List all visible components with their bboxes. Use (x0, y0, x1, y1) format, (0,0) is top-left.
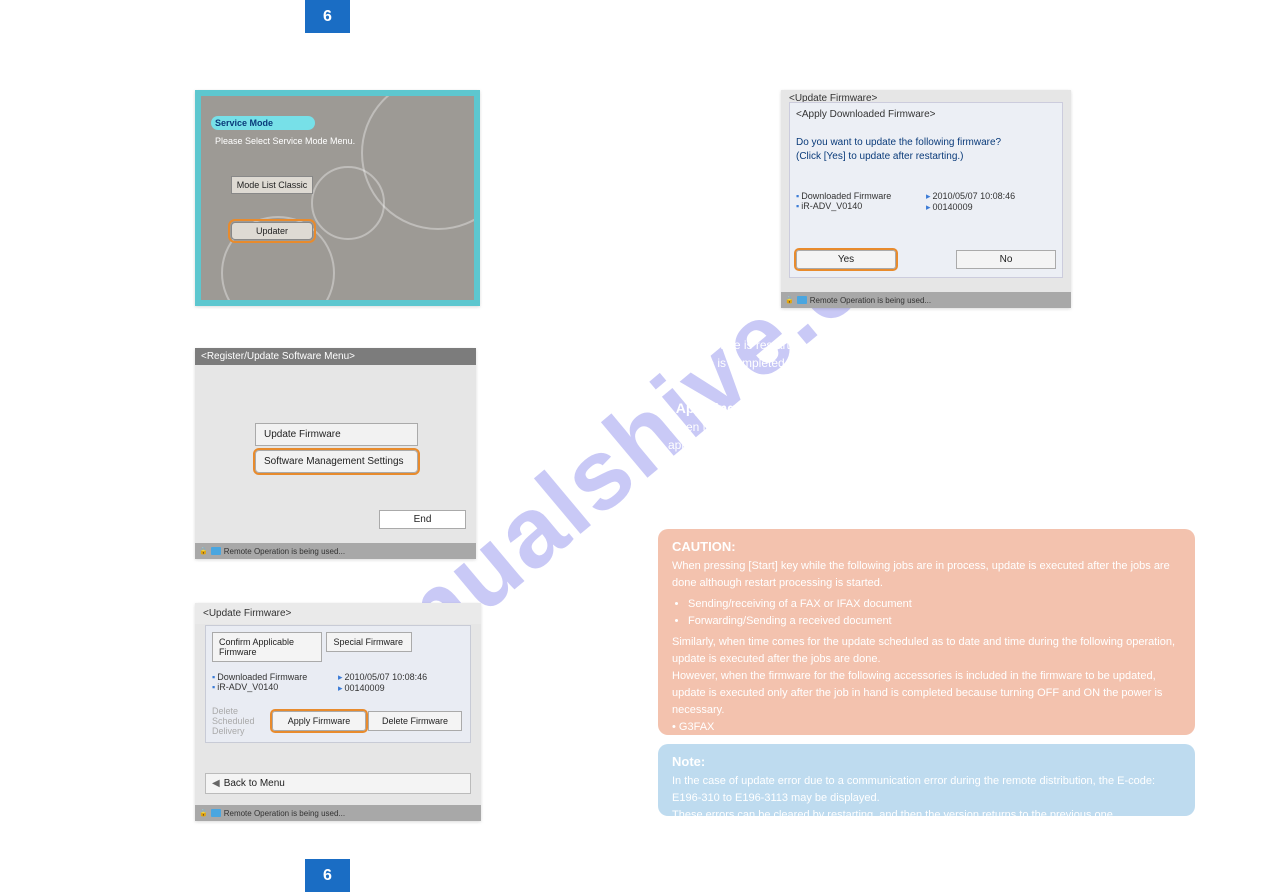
step-2-text: 2) Press [Updater] button. (The button n… (180, 62, 717, 80)
subsection-b-title: b. Applying the firmware distributed on … (660, 398, 1099, 419)
section-title: Updater (360, 8, 413, 25)
firmware-id-3: 00140009 (345, 683, 385, 693)
service-mode-panel: Service Mode Please Select Service Mode … (201, 96, 474, 300)
updater-button[interactable]: Updater (231, 222, 313, 240)
note-title: Note: (672, 754, 1181, 769)
special-firmware-button[interactable]: Special Firmware (326, 632, 412, 652)
device-model-4: iR-ADV_V0140 (801, 201, 862, 211)
status-footer-2: 🔒 Remote Operation is being used... (195, 543, 476, 559)
firmware-timestamp-4: 2010/05/07 10:08:46 (933, 191, 1016, 201)
monitor-icon-4 (797, 296, 807, 304)
lock-icon-3: 🔒 (199, 809, 208, 817)
figure-label-1: F-6-13 (320, 310, 352, 322)
mode-list-classic-button[interactable]: Mode List Classic (231, 176, 313, 194)
step-3-text: 3) Press [Software Management Settings] … (180, 330, 442, 348)
figure-label-2: F-6-14 (320, 566, 352, 578)
apply-firmware-dialog-title: <Apply Downloaded Firmware> (796, 109, 1056, 120)
software-management-settings-button[interactable]: Software Management Settings (255, 450, 418, 473)
update-firmware-title: <Update Firmware> (195, 603, 481, 624)
apply-firmware-button[interactable]: Apply Firmware (272, 711, 366, 731)
monitor-icon-3 (211, 809, 221, 817)
end-button[interactable]: End (379, 510, 466, 529)
service-mode-instruction: Please Select Service Mode Menu. (215, 136, 355, 146)
downloaded-firmware-label-3: Downloaded Firmware (217, 672, 307, 682)
status-footer-4: 🔒 Remote Operation is being used... (781, 292, 1071, 308)
lock-icon-4: 🔒 (785, 296, 794, 304)
section-number-box: 6 (305, 0, 350, 33)
register-menu-title: <Register/Update Software Menu> (195, 348, 476, 365)
step-4-text: 4) Press [Apply Firmware] button. (180, 586, 358, 604)
screenshot-apply-firmware-dialog: <Update Firmware> <Apply Downloaded Firm… (781, 90, 1071, 308)
no-button[interactable]: No (956, 250, 1056, 269)
figure-label-3: F-6-15 (329, 828, 361, 840)
status-text-3: Remote Operation is being used... (224, 809, 345, 818)
yes-button[interactable]: Yes (796, 250, 896, 269)
downloaded-firmware-label-4: Downloaded Firmware (801, 191, 891, 201)
screenshot-update-firmware: <Update Firmware> Confirm Applicable Fir… (195, 603, 481, 821)
note-body: In the case of update error due to a com… (672, 773, 1181, 824)
step-5-text: 5) Confirm the firmware to be applied an… (668, 62, 991, 80)
service-mode-badge: Service Mode (211, 116, 315, 130)
delete-firmware-button[interactable]: Delete Firmware (368, 711, 462, 731)
subsection-title: Updater (360, 867, 413, 884)
step-6-text: 6) The device is restarted and the downl… (668, 336, 1198, 372)
status-text-4: Remote Operation is being used... (810, 296, 931, 305)
apply-firmware-dialog: <Apply Downloaded Firmware> Do you want … (789, 102, 1063, 278)
caution-body: When pressing [Start] key while the foll… (672, 558, 1181, 771)
monitor-icon (211, 547, 221, 555)
caution-title: CAUTION: (672, 539, 1181, 554)
status-footer-3: 🔒 Remote Operation is being used... (195, 805, 481, 821)
update-firmware-button[interactable]: Update Firmware (255, 423, 418, 446)
lock-icon: 🔒 (199, 547, 208, 555)
page-header-right: Version Upgrade via CDS (1096, 8, 1233, 22)
apply-firmware-message: Do you want to update the following firm… (796, 136, 1056, 163)
figure-label-4: F-6-16 (917, 316, 949, 328)
device-model-3: iR-ADV_V0140 (217, 682, 278, 692)
back-to-menu-button[interactable]: ◀Back to Menu (205, 773, 471, 794)
delete-scheduled-delivery-label: Delete Scheduled Delivery (212, 706, 270, 736)
status-text-2: Remote Operation is being used... (224, 547, 345, 556)
update-firmware-panel: Confirm Applicable Firmware Special Firm… (205, 625, 471, 743)
subsection-number-box: 6 (305, 859, 350, 892)
subsection-b-body: When the assigned date and time comes, t… (668, 418, 1208, 508)
confirm-applicable-firmware-button[interactable]: Confirm Applicable Firmware (212, 632, 322, 662)
caution-box: CAUTION: When pressing [Start] key while… (658, 529, 1195, 735)
firmware-id-4: 00140009 (933, 202, 973, 212)
note-box: Note: In the case of update error due to… (658, 744, 1195, 816)
screenshot-service-mode: Service Mode Please Select Service Mode … (195, 90, 480, 306)
back-to-menu-label: Back to Menu (224, 778, 285, 789)
screenshot-register-update-menu: <Register/Update Software Menu> Update F… (195, 348, 476, 559)
firmware-timestamp-3: 2010/05/07 10:08:46 (345, 672, 428, 682)
